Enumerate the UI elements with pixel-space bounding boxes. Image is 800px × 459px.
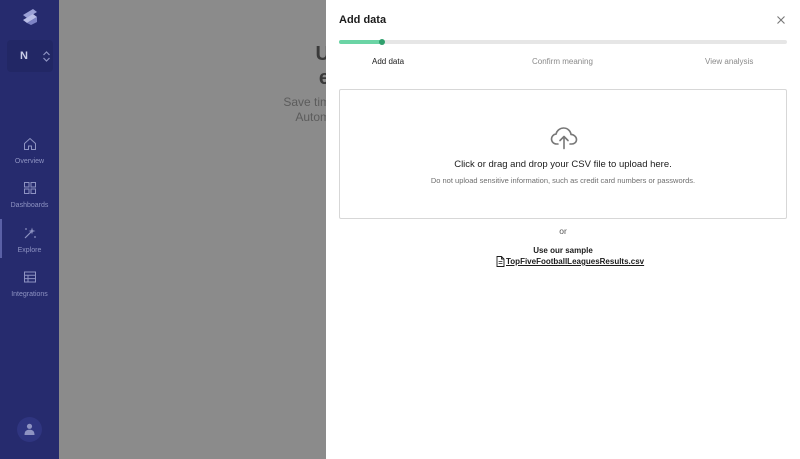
step-confirm-meaning: Confirm meaning: [532, 57, 593, 66]
user-avatar[interactable]: [17, 417, 42, 442]
sidebar-item-explore[interactable]: Explore: [0, 219, 59, 266]
close-icon[interactable]: [776, 15, 786, 25]
home-icon: [24, 137, 36, 150]
sidebar-item-integrations[interactable]: Integrations: [0, 270, 59, 310]
sidebar-item-label: Dashboards: [10, 202, 49, 209]
dropzone-note: Do not upload sensitive information, suc…: [430, 176, 696, 185]
background-heading: U e: [315, 43, 326, 89]
progress-bar: [339, 39, 787, 45]
file-icon: [496, 256, 505, 267]
background-subtitle: Save tim Autom: [283, 95, 326, 124]
chevron-up-down-icon: [43, 51, 50, 62]
dropzone-title: Click or drag and drop your CSV file to …: [454, 159, 672, 170]
sidebar-item-overview[interactable]: Overview: [0, 137, 59, 177]
explore-icon: [24, 227, 36, 239]
sidebar-item-dashboards[interactable]: Dashboards: [0, 181, 59, 221]
cloud-upload-icon: [550, 127, 578, 150]
progress-marker: [378, 39, 385, 45]
sidebar-item-label: Overview: [14, 158, 45, 165]
sidebar: N Overview Dashboards Explore Integratio…: [0, 0, 59, 459]
user-icon: [24, 423, 35, 435]
sidebar-item-label: Explore: [17, 247, 42, 254]
workspace-switcher[interactable]: N: [7, 40, 53, 72]
sidebar-item-label: Integrations: [11, 291, 48, 298]
dialog-title: Add data: [339, 14, 387, 26]
or-divider: or: [559, 226, 567, 236]
step-view-analysis: View analysis: [705, 57, 754, 66]
background-page: U e Save tim Autom: [59, 0, 326, 459]
progress-fill: [339, 40, 382, 44]
csv-dropzone[interactable]: Click or drag and drop your CSV file to …: [339, 89, 787, 219]
step-add-data: Add data: [372, 57, 405, 66]
workspace-initial: N: [20, 50, 28, 62]
sample-filename: TopFiveFootballLeaguesResults.csv: [506, 257, 645, 266]
add-data-dialog: Add data Add data Confirm meaning View a…: [326, 0, 800, 459]
app-logo-icon[interactable]: [19, 6, 41, 28]
sample-label: Use our sample: [533, 246, 593, 255]
table-icon: [24, 271, 36, 283]
grid-icon: [24, 182, 36, 194]
